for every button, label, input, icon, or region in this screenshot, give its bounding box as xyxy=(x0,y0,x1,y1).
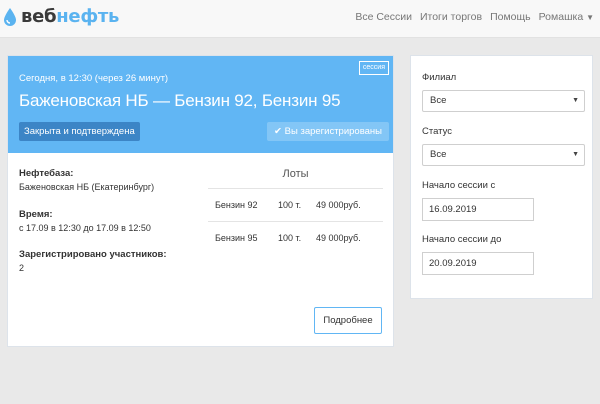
branch-select[interactable]: Все ▼ xyxy=(422,90,585,112)
branch-label: Филиал xyxy=(422,72,457,83)
main-nav: Все Сессии Итоги торгов Помощь Ромашка ▼ xyxy=(355,11,594,23)
participants-info: Зарегистрировано участников: 2 xyxy=(19,249,167,273)
depot-value: Баженовская НБ (Екатеринбург) xyxy=(19,182,155,192)
chevron-down-icon: ▼ xyxy=(572,151,579,158)
session-card-header: сессия Сегодня, в 12:30 (через 26 минут)… xyxy=(8,56,393,153)
time-info: Время: с 17.09 в 12:30 до 17.09 в 12:50 xyxy=(19,209,151,233)
lot-product: Бензин 92 xyxy=(208,188,278,222)
registered-badge: ✔ Вы зарегистрированы xyxy=(267,122,389,141)
lot-price: 49 000руб. xyxy=(316,188,383,222)
lot-product: Бензин 95 xyxy=(208,221,278,255)
check-icon: ✔ xyxy=(274,126,283,137)
start-to-label: Начало сессии до xyxy=(422,234,502,245)
start-from-label: Начало сессии с xyxy=(422,180,496,191)
status-label: Статус xyxy=(422,126,453,137)
status-select[interactable]: Все ▼ xyxy=(422,144,585,166)
lot-qty: 100 т. xyxy=(278,188,316,222)
nav-help[interactable]: Помощь xyxy=(490,11,531,23)
session-title[interactable]: Баженовская НБ — Бензин 92, Бензин 95 xyxy=(19,91,341,111)
branch-select-value: Все xyxy=(430,95,447,106)
session-card: сессия Сегодня, в 12:30 (через 26 минут)… xyxy=(7,55,394,347)
logo-text: вебнефть xyxy=(21,6,120,27)
user-menu-label: Ромашка xyxy=(538,11,584,23)
user-menu[interactable]: Ромашка ▼ xyxy=(539,11,594,23)
lots-title: Лоты xyxy=(282,168,309,180)
filter-panel: Филиал Все ▼ Статус Все ▼ Начало сессии … xyxy=(410,55,593,299)
session-tag: сессия xyxy=(358,61,389,75)
table-row: Бензин 92 100 т. 49 000руб. xyxy=(208,188,383,222)
time-value: с 17.09 в 12:30 до 17.09 в 12:50 xyxy=(19,223,151,233)
lot-qty: 100 т. xyxy=(278,221,316,255)
nav-all-sessions[interactable]: Все Сессии xyxy=(355,11,412,23)
caret-down-icon: ▼ xyxy=(586,13,594,22)
session-date: Сегодня, в 12:30 (через 26 минут) xyxy=(19,73,169,84)
details-button[interactable]: Подробнее xyxy=(314,307,382,334)
participants-value: 2 xyxy=(19,263,25,273)
status-select-value: Все xyxy=(430,149,447,160)
nav-trade-results[interactable]: Итоги торгов xyxy=(420,11,482,23)
status-badge: Закрыта и подтверждена xyxy=(19,122,140,141)
participants-label: Зарегистрировано участников: xyxy=(19,249,167,260)
time-label: Время: xyxy=(19,209,53,220)
oil-drop-icon xyxy=(4,7,16,26)
chevron-down-icon: ▼ xyxy=(572,97,579,104)
registered-badge-label: Вы зарегистрированы xyxy=(284,126,382,137)
depot-info: Нефтебаза: Баженовская НБ (Екатеринбург) xyxy=(19,168,154,192)
start-from-input[interactable]: 16.09.2019 xyxy=(422,198,534,221)
table-row: Бензин 95 100 т. 49 000руб. xyxy=(208,221,383,255)
lot-price: 49 000руб. xyxy=(316,221,383,255)
start-to-input[interactable]: 20.09.2019 xyxy=(422,252,534,275)
top-navbar: вебнефть Все Сессии Итоги торгов Помощь … xyxy=(0,0,600,38)
depot-label: Нефтебаза: xyxy=(19,168,74,179)
lots-table: Бензин 92 100 т. 49 000руб. Бензин 95 10… xyxy=(208,188,383,255)
logo[interactable]: вебнефть xyxy=(2,6,119,27)
